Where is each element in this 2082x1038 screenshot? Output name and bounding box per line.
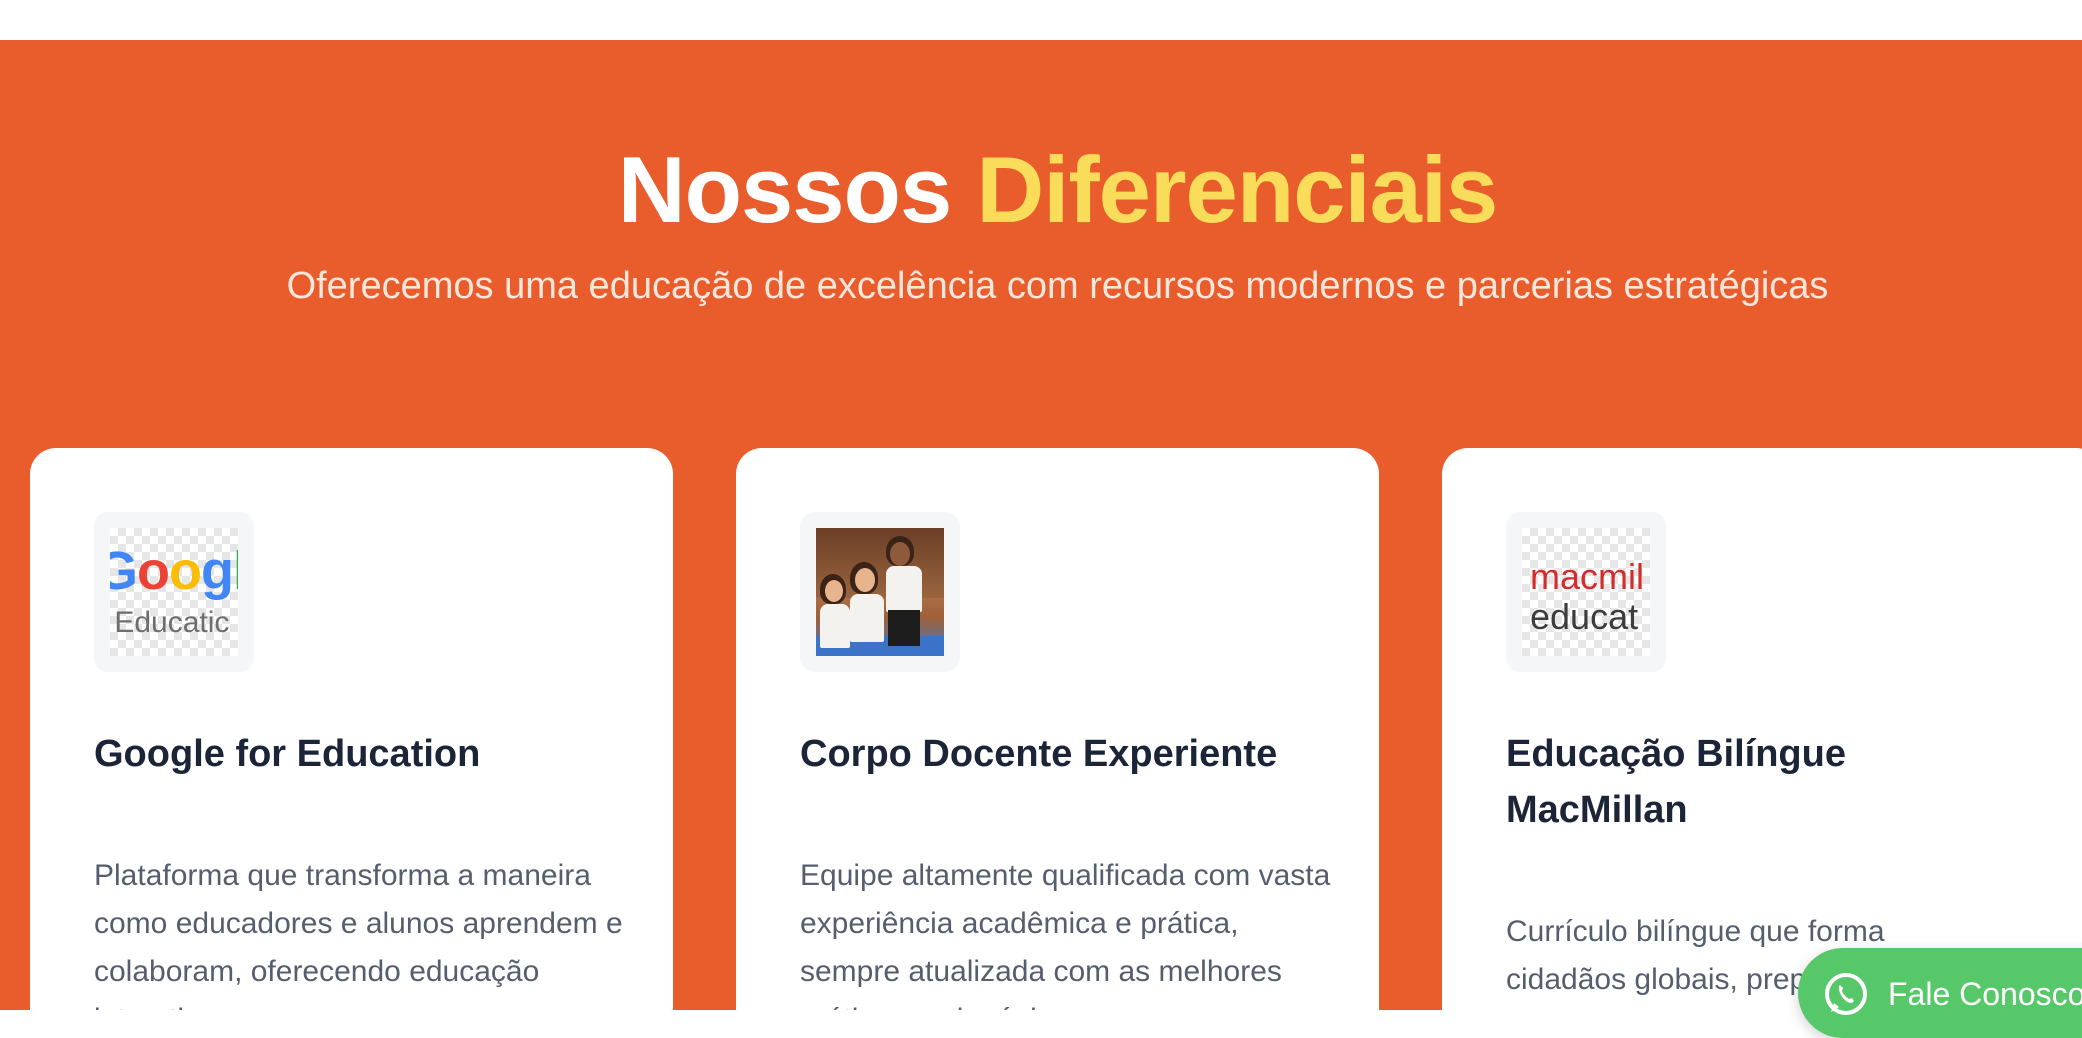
macmillan-logo-line2: educat bbox=[1530, 596, 1639, 637]
feature-card-teachers: Corpo Docente Experiente Equipe altament… bbox=[736, 448, 1379, 1010]
card-description: Equipe altamente qualificada com vasta e… bbox=[800, 859, 1331, 1010]
card-logo-box: macmil educat bbox=[1506, 512, 1666, 672]
google-logo-subtext: r Educatic bbox=[110, 606, 230, 639]
whatsapp-button-label: Fale Conosco bbox=[1888, 976, 2082, 1012]
card-description: Plataforma que transforma a maneira como… bbox=[94, 859, 623, 1010]
card-title: Educação Bilíngue MacMillan bbox=[1506, 733, 1846, 831]
google-wordmark: Googl bbox=[110, 541, 238, 601]
title-accent-part: Diferenciais bbox=[976, 137, 1498, 242]
macmillan-education-logo: macmil educat bbox=[1522, 528, 1650, 656]
card-title: Corpo Docente Experiente bbox=[800, 733, 1278, 775]
macmillan-logo-line1: macmil bbox=[1530, 556, 1644, 597]
title-white-part: Nossos bbox=[617, 137, 953, 242]
page-top-strip bbox=[0, 0, 2082, 40]
section-subtitle: Oferecemos uma educação de excelência co… bbox=[286, 265, 1829, 307]
card-logo-box: Googl r Educatic bbox=[94, 512, 254, 672]
card-logo-box bbox=[800, 512, 960, 672]
whatsapp-contact-button[interactable]: Fale Conosco bbox=[1798, 948, 2082, 1038]
whatsapp-icon bbox=[1825, 973, 1867, 1015]
feature-card-google: Googl r Educatic Google for Education Pl… bbox=[30, 448, 673, 1010]
children-photo bbox=[816, 528, 944, 656]
feature-card-macmillan: macmil educat Educação Bilíngue MacMilla… bbox=[1442, 448, 2082, 1010]
google-for-education-logo: Googl r Educatic bbox=[110, 528, 238, 656]
card-title: Google for Education bbox=[94, 733, 481, 775]
section-title: Nossos Diferenciais bbox=[0, 136, 2082, 244]
differentials-section: Nossos Diferenciais Oferecemos uma educa… bbox=[0, 40, 2082, 1010]
